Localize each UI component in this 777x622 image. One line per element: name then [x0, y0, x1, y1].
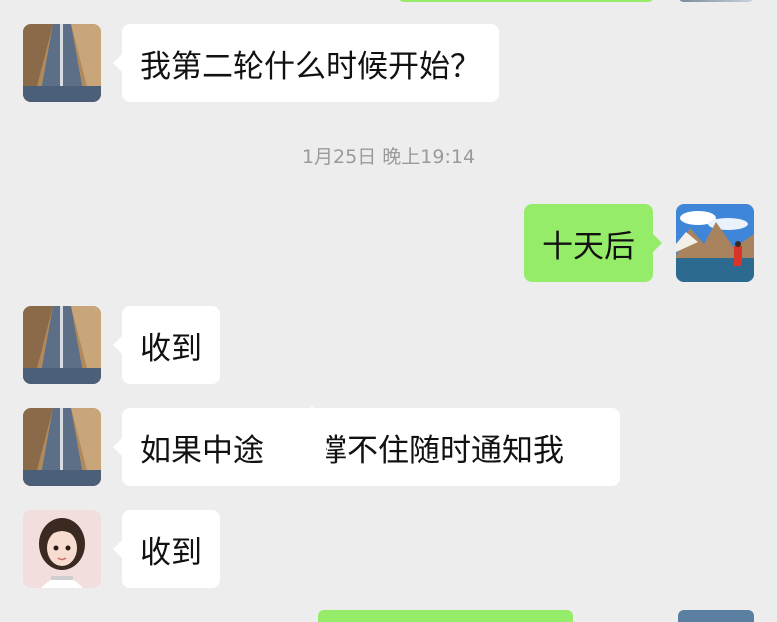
- message-text-part-2: 撑不住随时通知我: [316, 432, 564, 469]
- partial-outgoing-bubble[interactable]: [398, 0, 654, 2]
- message-text: 收到: [140, 330, 202, 367]
- partial-outgoing-bubble[interactable]: [318, 610, 573, 622]
- contact-avatar[interactable]: [23, 306, 101, 384]
- message-bubble[interactable]: 我第二轮什么时候开始？: [113, 24, 499, 102]
- contact-avatar[interactable]: [23, 408, 101, 486]
- message-text-part-1: 如果中途: [140, 432, 264, 469]
- message-bubble[interactable]: 收到: [113, 306, 220, 384]
- partial-self-avatar[interactable]: [678, 610, 754, 622]
- message-text: 十天后: [542, 228, 635, 265]
- timestamp: 1月25日 晚上19:14: [301, 146, 476, 168]
- partial-self-avatar[interactable]: [678, 0, 754, 2]
- message-text: 收到: [140, 534, 202, 571]
- redaction-patch: [274, 406, 326, 478]
- road-avatar-icon: [23, 306, 101, 384]
- message-bubble[interactable]: 如果中途 撑不住随时通知我: [113, 408, 620, 486]
- contact2-avatar[interactable]: [23, 510, 101, 588]
- message-bubble[interactable]: 收到: [113, 510, 220, 588]
- message-text: 我第二轮什么时候开始？: [140, 48, 481, 85]
- cartoon-girl-avatar-icon: [23, 510, 101, 588]
- lake-mountain-avatar-icon: [676, 204, 754, 282]
- road-avatar-icon: [23, 408, 101, 486]
- self-avatar[interactable]: [676, 204, 754, 282]
- contact-avatar[interactable]: [23, 24, 101, 102]
- road-avatar-icon: [23, 24, 101, 102]
- chat-window: 我第二轮什么时候开始？ 1月25日 晚上19:14 十天后 收到 如果中途 撑不…: [0, 0, 777, 622]
- message-bubble-outgoing[interactable]: 十天后: [524, 204, 662, 282]
